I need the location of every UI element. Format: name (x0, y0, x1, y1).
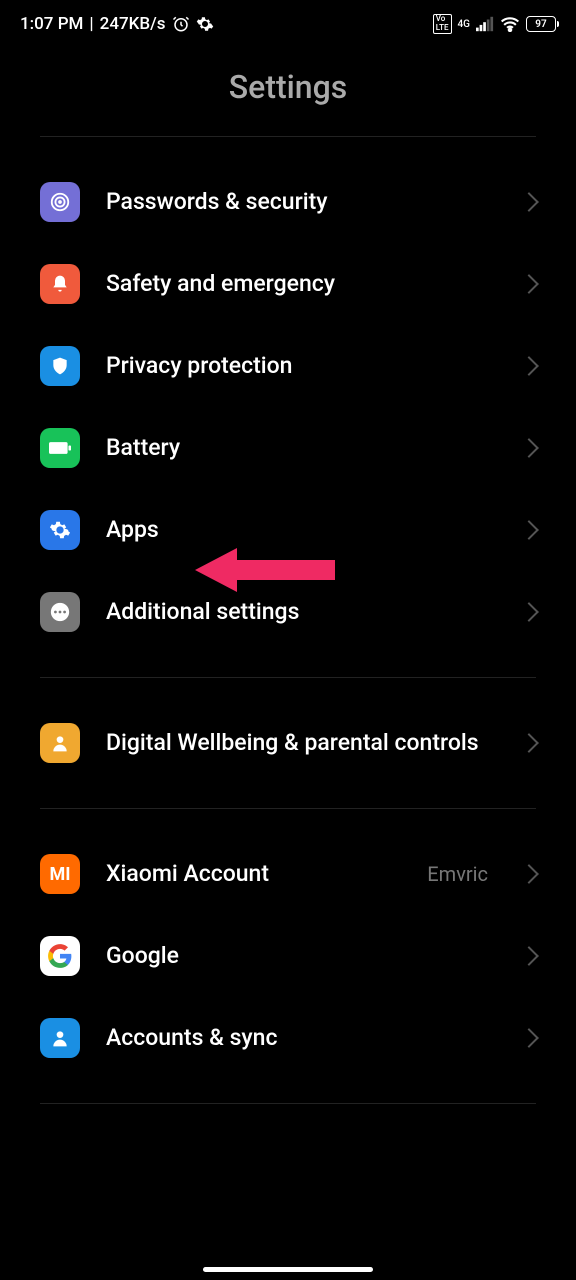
status-right: VoLTE 4G 97 (433, 14, 556, 34)
item-value: Emvric (427, 862, 488, 886)
chevron-right-icon (519, 946, 539, 966)
chevron-right-icon (519, 602, 539, 622)
shield-icon (40, 346, 80, 386)
person-icon (40, 723, 80, 763)
google-icon (40, 936, 80, 976)
item-label: Digital Wellbeing & parental controls (106, 728, 496, 758)
item-accounts-sync[interactable]: Accounts & sync (0, 997, 576, 1079)
chevron-right-icon (519, 356, 539, 376)
account-icon (40, 1018, 80, 1058)
item-apps[interactable]: Apps (0, 489, 576, 571)
alarm-icon (172, 15, 190, 33)
chevron-right-icon (519, 520, 539, 540)
item-label: Xiaomi Account (106, 859, 401, 889)
item-label: Passwords & security (106, 187, 496, 217)
battery-icon (40, 428, 80, 468)
battery-icon: 97 (526, 16, 556, 32)
chevron-right-icon (519, 274, 539, 294)
item-battery[interactable]: Battery (0, 407, 576, 489)
status-bar: 1:07 PM | 247KB/s VoLTE 4G 97 (0, 0, 576, 48)
gear-icon (40, 510, 80, 550)
volte-icon: VoLTE (433, 14, 452, 34)
item-google[interactable]: Google (0, 915, 576, 997)
header: Settings (0, 48, 576, 136)
item-xiaomi-account[interactable]: MI Xiaomi Account Emvric (0, 833, 576, 915)
section-1: Passwords & security Safety and emergenc… (0, 137, 576, 677)
item-safety-emergency[interactable]: Safety and emergency (0, 243, 576, 325)
item-label: Google (106, 941, 496, 971)
item-label: Additional settings (106, 597, 496, 627)
item-privacy-protection[interactable]: Privacy protection (0, 325, 576, 407)
dots-icon (40, 592, 80, 632)
signal-icon (476, 16, 494, 32)
chevron-right-icon (519, 192, 539, 212)
chevron-right-icon (519, 438, 539, 458)
item-digital-wellbeing[interactable]: Digital Wellbeing & parental controls (0, 702, 576, 784)
divider (40, 1103, 536, 1104)
wifi-icon (500, 16, 520, 32)
item-label: Apps (106, 515, 496, 545)
section-2: Digital Wellbeing & parental controls (0, 678, 576, 808)
chevron-right-icon (519, 1028, 539, 1048)
bell-icon (40, 264, 80, 304)
gear-icon (196, 15, 214, 33)
home-indicator[interactable] (203, 1267, 373, 1272)
chevron-right-icon (519, 864, 539, 884)
item-label: Privacy protection (106, 351, 496, 381)
status-speed: 247KB/s (100, 14, 166, 34)
status-left: 1:07 PM | 247KB/s (20, 14, 214, 34)
item-additional-settings[interactable]: Additional settings (0, 571, 576, 653)
status-time: 1:07 PM (20, 14, 83, 34)
mi-logo-icon: MI (40, 854, 80, 894)
fingerprint-icon (40, 182, 80, 222)
page-title: Settings (0, 68, 576, 106)
item-label: Accounts & sync (106, 1023, 496, 1053)
item-label: Battery (106, 433, 496, 463)
chevron-right-icon (519, 733, 539, 753)
signal-4g-icon: 4G (458, 19, 471, 30)
item-passwords-security[interactable]: Passwords & security (0, 161, 576, 243)
item-label: Safety and emergency (106, 269, 496, 299)
section-3: MI Xiaomi Account Emvric Google Accounts… (0, 809, 576, 1103)
